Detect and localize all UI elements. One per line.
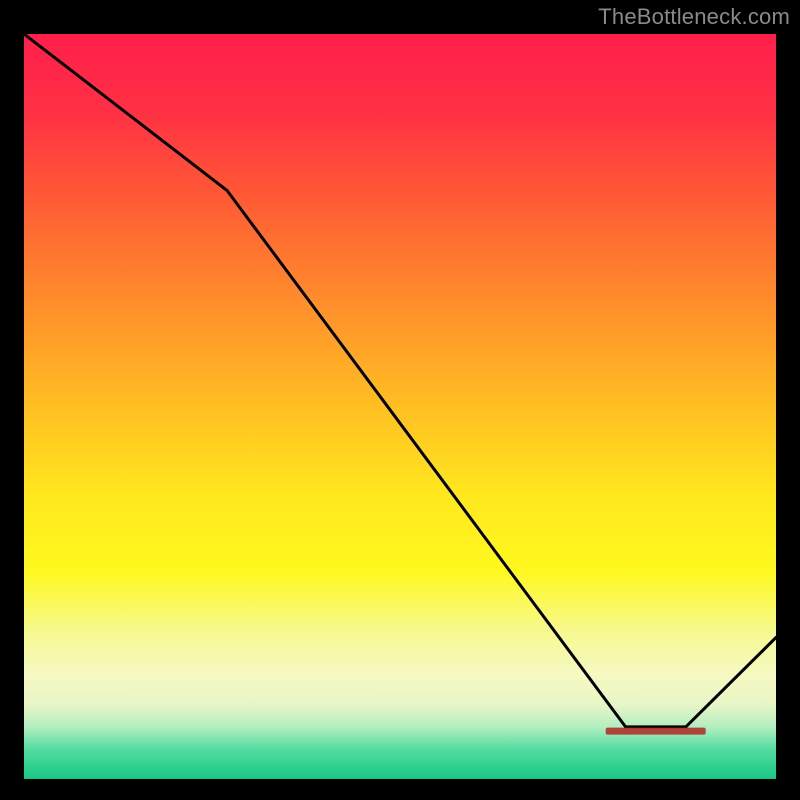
chart-svg xyxy=(24,34,776,779)
plot-area xyxy=(24,34,776,779)
attribution-label: TheBottleneck.com xyxy=(598,4,790,30)
chart-container: TheBottleneck.com xyxy=(0,0,800,800)
